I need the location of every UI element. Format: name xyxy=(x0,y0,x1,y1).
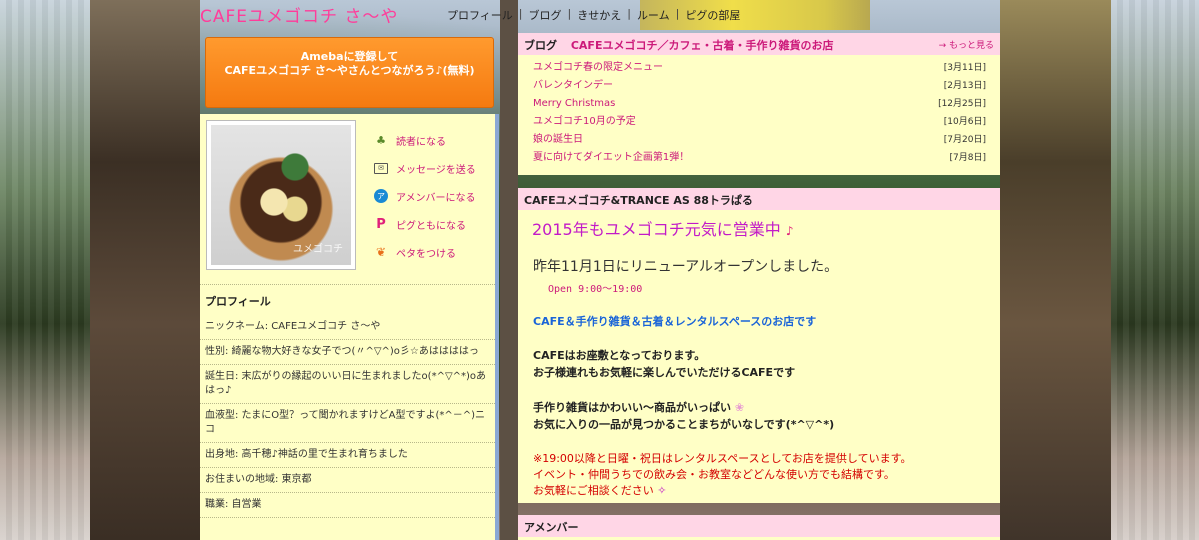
background-left xyxy=(0,0,90,540)
entry-title[interactable]: バレンタインデー xyxy=(533,77,613,95)
amember-title: アメンバー xyxy=(524,521,579,534)
entry-title[interactable]: Merry Christmas xyxy=(533,95,615,113)
post-title: 2015年もユメゴコチ元気に営業中 ♪ xyxy=(518,210,1000,240)
ameba-register-label: Amebaに登録して CAFEユメゴコチ さ〜やさんとつながろう♪(無料) xyxy=(224,50,475,77)
entry-date: [10月6日] xyxy=(943,117,986,127)
avatar-image: ユメゴコチ xyxy=(211,125,351,265)
amember-icon: ア xyxy=(374,189,388,203)
action-amember[interactable]: ア アメンバーになる xyxy=(374,182,476,210)
profile-row-occupation: 職業: 自営業 xyxy=(200,493,495,518)
rental-text-3-label: お気軽にご相談ください xyxy=(533,484,654,497)
more-link[interactable]: → もっと見る xyxy=(939,38,994,51)
amember-box: アメンバー xyxy=(518,515,1000,540)
list-item[interactable]: 夏に向けてダイエット企画第1弾！ [7月8日] xyxy=(533,149,986,167)
profile-row-bloodtype: 血液型: たまにO型？って聞かれますけどA型ですよ(*^－^)ニコ xyxy=(200,404,495,443)
flower-icon: ❀ xyxy=(734,401,745,414)
post-title-text: 2015年もユメゴコチ元気に営業中 xyxy=(532,220,781,239)
profile-row-gender: 性別: 綺麗な物大好きな女子でつ(〃^▽^)o彡☆あははははっ xyxy=(200,340,495,365)
entry-date: [2月13日] xyxy=(943,81,986,91)
profile-row-birthday: 誕生日: 末広がりの縁起のいい日に生まれましたo(*^▽^*)oあはっ♪ xyxy=(200,365,495,404)
list-item[interactable]: 娘の誕生日 [7月20日] xyxy=(533,131,986,149)
nav-separator: | xyxy=(567,7,572,20)
nav-separator: | xyxy=(518,7,523,20)
profile-sidebar: ユメゴコチ ♣ 読者になる ✉ メッセージを送る ア アメンバーになる P ピグ… xyxy=(200,114,499,540)
nav-kisekae[interactable]: きせかえ xyxy=(577,7,621,23)
action-reader[interactable]: ♣ 読者になる xyxy=(374,126,476,154)
nav-profile[interactable]: プロフィール xyxy=(447,7,513,23)
list-item[interactable]: Merry Christmas [12月25日] xyxy=(533,95,986,113)
entry-title[interactable]: ユメゴコチ10月の予定 xyxy=(533,113,636,131)
action-list: ♣ 読者になる ✉ メッセージを送る ア アメンバーになる P ピグともになる … xyxy=(374,126,476,266)
footprint-icon: ❦ xyxy=(375,245,387,259)
list-item[interactable]: ユメゴコチ春の限定メニュー [3月11日] xyxy=(533,59,986,77)
site-title[interactable]: CAFEユメゴコチ さ〜や xyxy=(200,2,398,27)
action-pigg[interactable]: P ピグともになる xyxy=(374,210,476,238)
goods-text-2: お気に入りの一品が見つかることまちがいなしです(*^▽^*) xyxy=(533,418,835,431)
renewal-text: 昨年11月1日にリニューアルオープンしました。 xyxy=(533,259,839,275)
background-column-gap xyxy=(500,0,518,540)
rental-text-3: お気軽にご相談ください ✧ xyxy=(533,483,986,499)
action-peta-label: ペタをつける xyxy=(396,248,456,260)
sparkle-icon: ✧ xyxy=(657,484,667,497)
blog-header: ブログ CAFEユメゴコチ／カフェ・古着・手作り雑貨のお店 → もっと見る xyxy=(518,33,1000,55)
entry-title[interactable]: 娘の誕生日 xyxy=(533,131,583,149)
blog-title[interactable]: CAFEユメゴコチ／カフェ・古着・手作り雑貨のお店 xyxy=(571,39,834,52)
rental-text-2: イベント・仲間うちでの飲み会・お教室などどんな使い方でも結構です。 xyxy=(533,468,895,481)
entry-title[interactable]: 夏に向けてダイエット企画第1弾！ xyxy=(533,149,689,167)
avatar-caption: ユメゴコチ xyxy=(293,244,343,255)
free-area-box: CAFEユメゴコチ&TRANCE AS 88トラぱる 2015年もユメゴコチ元気… xyxy=(518,188,1000,503)
entry-date: [12月25日] xyxy=(938,99,986,109)
profile-section: プロフィール ニックネーム: CAFEユメゴコチ さ〜や 性別: 綺麗な物大好き… xyxy=(200,284,495,518)
action-amember-label: アメンバーになる xyxy=(396,192,476,204)
rental-text-1: ※19:00以降と日曜・祝日はレンタルスペースとしてお店を提供しています。 xyxy=(533,452,912,465)
top-nav: プロフィール | ブログ | きせかえ | ルーム | ピグの部屋 xyxy=(447,7,746,23)
opening-hours: Open 9:00〜19:00 xyxy=(548,284,643,295)
profile-heading: プロフィール xyxy=(205,295,271,308)
nav-pigg-room[interactable]: ピグの部屋 xyxy=(685,7,740,23)
action-message-label: メッセージを送る xyxy=(396,164,476,176)
background-center-right xyxy=(1000,0,1111,540)
entry-date: [3月11日] xyxy=(943,63,986,73)
action-message[interactable]: ✉ メッセージを送る xyxy=(374,154,476,182)
blog-label: ブログ xyxy=(524,39,557,52)
post-body: 昨年11月1日にリニューアルオープンしました。 Open 9:00〜19:00 … xyxy=(518,256,1000,499)
profile-row-hometown: 出身地: 高千穂♪神話の里で生まれ育ちました xyxy=(200,443,495,468)
avatar[interactable]: ユメゴコチ xyxy=(206,120,356,270)
background-right xyxy=(1111,0,1199,540)
goods-text-1: 手作り雑貨はかわいい〜商品がいっぱい ❀ xyxy=(533,399,986,416)
reader-icon: ♣ xyxy=(376,133,386,147)
nav-blog[interactable]: ブログ xyxy=(529,7,562,23)
nav-separator: | xyxy=(627,7,631,20)
music-note-icon: ♪ xyxy=(785,224,794,238)
free-area-header: CAFEユメゴコチ&TRANCE AS 88トラぱる xyxy=(518,188,1000,210)
amember-header: アメンバー xyxy=(518,515,1000,537)
shop-description: CAFE＆手作り雑貨＆古着＆レンタルスペースのお店です xyxy=(533,315,817,328)
action-peta[interactable]: ❦ ペタをつける xyxy=(374,238,476,266)
cafe-text-1: CAFEはお座敷となっております。 xyxy=(533,349,706,362)
blog-entry-list: ユメゴコチ春の限定メニュー [3月11日] バレンタインデー [2月13日] Mer… xyxy=(518,55,1000,167)
profile-row-residence: お住まいの地域: 東京都 xyxy=(200,468,495,493)
pigg-icon: P xyxy=(376,216,386,232)
entry-title[interactable]: ユメゴコチ春の限定メニュー xyxy=(533,59,663,77)
mail-icon: ✉ xyxy=(374,162,388,174)
cafe-text-2: お子様連れもお気軽に楽しんでいただけるCAFEです xyxy=(533,366,796,379)
action-pigg-label: ピグともになる xyxy=(396,220,466,232)
background-center-left xyxy=(90,0,200,540)
profile-row-nickname: ニックネーム: CAFEユメゴコチ さ〜や xyxy=(200,315,495,340)
list-item[interactable]: ユメゴコチ10月の予定 [10月6日] xyxy=(533,113,986,131)
entry-date: [7月8日] xyxy=(949,153,986,163)
action-reader-label: 読者になる xyxy=(396,136,446,148)
list-item[interactable]: バレンタインデー [2月13日] xyxy=(533,77,986,95)
nav-room[interactable]: ルーム xyxy=(637,7,670,23)
goods-text-1-label: 手作り雑貨はかわいい〜商品がいっぱい xyxy=(533,401,731,414)
nav-separator: | xyxy=(675,7,680,20)
blog-box: ブログ CAFEユメゴコチ／カフェ・古着・手作り雑貨のお店 → もっと見る ユメ… xyxy=(518,33,1000,175)
ameba-register-button[interactable]: Amebaに登録して CAFEユメゴコチ さ〜やさんとつながろう♪(無料) xyxy=(205,37,494,108)
free-area-title: CAFEユメゴコチ&TRANCE AS 88トラぱる xyxy=(524,194,753,207)
entry-date: [7月20日] xyxy=(943,135,986,145)
